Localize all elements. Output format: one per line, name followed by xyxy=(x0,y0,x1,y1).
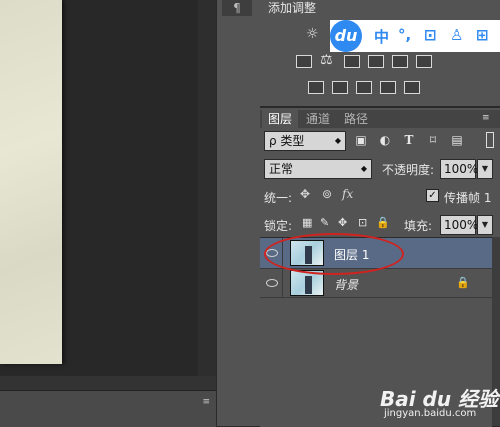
opacity-label: 不透明度: xyxy=(382,163,435,177)
lock-image-icon[interactable]: ✎ xyxy=(320,216,329,229)
toolbox-icon[interactable]: ⊡ xyxy=(424,26,437,44)
blend-mode-select[interactable]: 正常 ◆ xyxy=(264,159,372,179)
document-image[interactable] xyxy=(0,0,62,364)
brightness-contrast-icon[interactable]: ☼ xyxy=(306,26,319,42)
opacity-dropdown-button[interactable]: ▼ xyxy=(477,159,493,179)
channel-mixer-icon[interactable] xyxy=(392,55,408,68)
smart-object-filter-icon[interactable]: ▤ xyxy=(450,133,464,147)
panel-separator xyxy=(260,106,500,108)
chinese-mode-toggle[interactable]: 中 xyxy=(374,26,389,47)
fill-label: 填充: xyxy=(404,219,433,233)
image-filter-icon[interactable]: ▣ xyxy=(354,133,368,147)
lock-position-icon[interactable]: ✥ xyxy=(338,216,347,229)
tab-paths[interactable]: 路径 xyxy=(338,110,374,128)
chevron-down-icon: ◆ xyxy=(334,136,341,145)
fill-dropdown-button[interactable]: ▼ xyxy=(477,215,493,235)
color-lookup-icon[interactable] xyxy=(416,55,432,68)
lock-all-icon[interactable]: 🔒 xyxy=(376,216,390,229)
unify-label: 统一: xyxy=(264,191,293,205)
paragraph-panel-icon[interactable]: ¶ xyxy=(222,0,252,16)
punctuation-toggle[interactable]: °, xyxy=(398,26,411,44)
lock-icon: 🔒 xyxy=(456,276,470,289)
color-balance-grid-icon[interactable] xyxy=(296,55,312,68)
panel-menu-icon[interactable]: ≡ xyxy=(482,113,490,123)
posterize-icon[interactable] xyxy=(332,81,348,94)
canvas-horizontal-scrollbar[interactable] xyxy=(0,376,216,390)
unify-visibility-icon[interactable]: ⊚ xyxy=(322,187,332,201)
tab-channels[interactable]: 通道 xyxy=(300,110,336,128)
black-white-icon[interactable] xyxy=(344,55,360,68)
grid-icon[interactable]: ⊞ xyxy=(476,26,489,44)
lock-label: 锁定: xyxy=(264,219,293,233)
threshold-icon[interactable] xyxy=(356,81,372,94)
text-filter-icon[interactable]: T xyxy=(402,133,416,147)
user-icon[interactable]: ♙ xyxy=(450,26,463,44)
watermark-url: jingyan.baidu.com xyxy=(384,408,477,419)
eye-icon[interactable] xyxy=(266,279,278,287)
unify-style-icon[interactable]: fx xyxy=(342,187,353,201)
color-balance-icon[interactable]: ⚖ xyxy=(320,52,333,68)
canvas-vertical-scrollbar[interactable] xyxy=(198,0,216,376)
unify-position-icon[interactable]: ✥ xyxy=(300,187,310,201)
shape-filter-icon[interactable]: ⌑ xyxy=(426,133,440,147)
layer-kind-filter[interactable]: ρ 类型 ◆ xyxy=(264,131,346,151)
adjustment-filter-icon[interactable]: ◐ xyxy=(378,133,392,147)
timeline-panel-bar: ≡ xyxy=(0,390,216,427)
gradient-map-icon[interactable] xyxy=(404,81,420,94)
baidu-input-logo[interactable]: du xyxy=(330,20,362,52)
chevron-down-icon: ◆ xyxy=(360,164,367,173)
annotation-circle xyxy=(264,233,404,275)
invert-icon[interactable] xyxy=(308,81,324,94)
adjustments-panel-title: 添加调整 xyxy=(268,1,317,15)
propagate-frame-label: 传播帧 1 xyxy=(444,191,492,205)
layer-name[interactable]: 背景 xyxy=(334,276,358,293)
tab-layers[interactable]: 图层 xyxy=(262,110,299,128)
collapsed-panel-dock xyxy=(216,0,262,426)
kind-filter-label: ρ 类型 xyxy=(269,134,305,148)
lock-transparent-icon[interactable]: ▦ xyxy=(302,216,312,229)
filter-toggle-switch[interactable] xyxy=(486,132,494,148)
opacity-field[interactable]: 100% xyxy=(440,159,478,179)
photo-filter-icon[interactable] xyxy=(368,55,384,68)
lock-artboard-icon[interactable]: ⊡ xyxy=(358,216,367,229)
blend-mode-value: 正常 xyxy=(269,162,294,176)
propagate-frame-checkbox[interactable]: ✓ xyxy=(426,189,439,202)
fill-field[interactable]: 100% xyxy=(440,215,478,235)
selective-color-icon[interactable] xyxy=(380,81,396,94)
panel-menu-icon[interactable]: ≡ xyxy=(202,397,210,407)
